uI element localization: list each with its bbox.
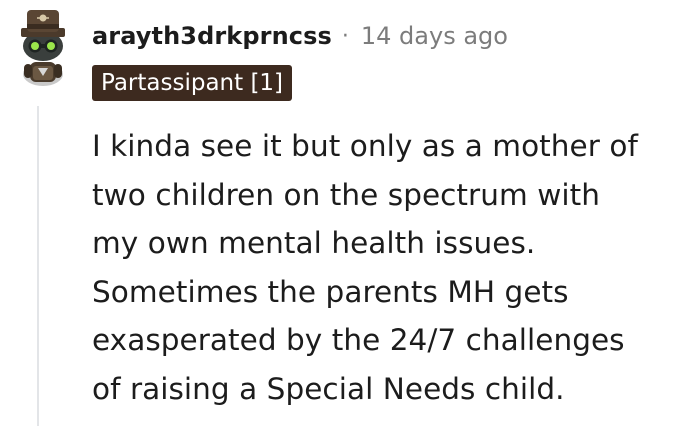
comment-body-line: Sometimes the parents MH gets <box>92 274 569 309</box>
comment-body: I kinda see it but only as a mother of t… <box>92 122 688 413</box>
avatar[interactable] <box>10 6 76 88</box>
comment-header: arayth3drkprncss · 14 days ago <box>92 18 508 54</box>
comment-body-line: of raising a Special Needs child. <box>92 371 565 406</box>
comment: arayth3drkprncss · 14 days ago Partassip… <box>0 0 700 426</box>
snoo-avatar-icon <box>21 10 65 86</box>
timestamp-link[interactable]: 14 days ago <box>361 22 508 50</box>
user-flair: Partassipant [1] <box>92 65 293 101</box>
comment-body-line: I kinda see it but only as a mother of <box>92 129 638 163</box>
username-link[interactable]: arayth3drkprncss <box>92 22 332 50</box>
meta-separator: · <box>341 23 349 49</box>
comment-body-line: two children on the spectrum with <box>92 177 600 212</box>
thread-line[interactable] <box>37 106 39 426</box>
comment-body-line: exasperated by the 24/7 challenges <box>92 323 625 357</box>
comment-body-line: my own mental health issues. <box>92 226 536 260</box>
